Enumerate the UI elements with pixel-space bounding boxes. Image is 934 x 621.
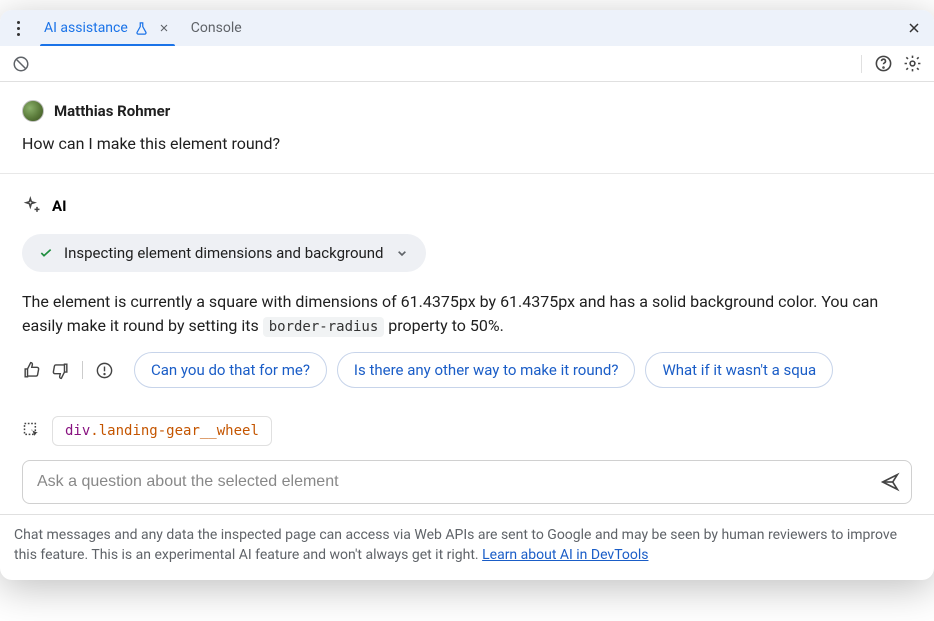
check-icon bbox=[38, 245, 54, 261]
selected-element-row: div.landing-gear__wheel bbox=[22, 416, 912, 446]
sparkle-icon bbox=[22, 196, 42, 216]
tab-bar: AI assistance Console bbox=[0, 10, 934, 46]
suggestion-chips: Can you do that for me? Is there any oth… bbox=[134, 352, 912, 388]
divider bbox=[82, 361, 83, 379]
send-icon[interactable] bbox=[879, 471, 901, 493]
prompt-input[interactable] bbox=[37, 473, 879, 491]
devtools-panel: AI assistance Console bbox=[0, 10, 934, 580]
help-icon[interactable] bbox=[874, 54, 893, 73]
tab-console[interactable]: Console bbox=[181, 10, 252, 46]
suggestion-chip[interactable]: Is there any other way to make it round? bbox=[337, 352, 636, 388]
ai-header: AI bbox=[22, 196, 912, 216]
conversation-area: Matthias Rohmer How can I make this elem… bbox=[0, 82, 934, 504]
close-tab-icon[interactable] bbox=[157, 21, 171, 35]
user-header: Matthias Rohmer bbox=[22, 100, 912, 122]
unavailable-icon[interactable] bbox=[12, 55, 30, 73]
divider bbox=[0, 173, 934, 174]
suggestion-chip[interactable]: Can you do that for me? bbox=[134, 352, 327, 388]
footer-disclaimer: Chat messages and any data the inspected… bbox=[0, 514, 934, 580]
element-tag: div bbox=[65, 423, 90, 439]
selected-element-chip[interactable]: div.landing-gear__wheel bbox=[52, 416, 272, 446]
tab-label: AI assistance bbox=[44, 20, 128, 36]
user-name: Matthias Rohmer bbox=[54, 102, 170, 120]
user-message: How can I make this element round? bbox=[22, 134, 912, 153]
ai-label: AI bbox=[52, 197, 66, 215]
feedback-row: Can you do that for me? Is there any oth… bbox=[22, 352, 912, 388]
close-panel-icon[interactable] bbox=[902, 16, 926, 40]
tab-label: Console bbox=[191, 20, 242, 36]
footer-link[interactable]: Learn about AI in DevTools bbox=[482, 547, 648, 563]
more-menu-icon[interactable] bbox=[8, 21, 28, 36]
avatar bbox=[22, 100, 44, 122]
prompt-input-row bbox=[22, 460, 912, 504]
element-class: .landing-gear__wheel bbox=[90, 423, 259, 439]
footer-text: Chat messages and any data the inspected… bbox=[14, 527, 897, 563]
inspect-status-pill[interactable]: Inspecting element dimensions and backgr… bbox=[22, 234, 426, 272]
thumbs-down-icon[interactable] bbox=[51, 361, 70, 380]
code-snippet: border-radius bbox=[263, 317, 385, 337]
ai-response-text-after: property to 50%. bbox=[384, 316, 504, 335]
experiment-icon bbox=[134, 21, 149, 36]
report-icon[interactable] bbox=[95, 361, 114, 380]
chevron-down-icon bbox=[394, 245, 410, 261]
element-picker-icon[interactable] bbox=[22, 421, 42, 441]
inspect-status-text: Inspecting element dimensions and backgr… bbox=[64, 244, 384, 262]
suggestion-chip[interactable]: What if it wasn't a squa bbox=[645, 352, 833, 388]
tab-ai-assistance[interactable]: AI assistance bbox=[34, 10, 181, 46]
panel-toolbar bbox=[0, 46, 934, 82]
gear-icon[interactable] bbox=[903, 54, 922, 73]
ai-response: The element is currently a square with d… bbox=[22, 290, 912, 338]
thumbs-up-icon[interactable] bbox=[22, 361, 41, 380]
